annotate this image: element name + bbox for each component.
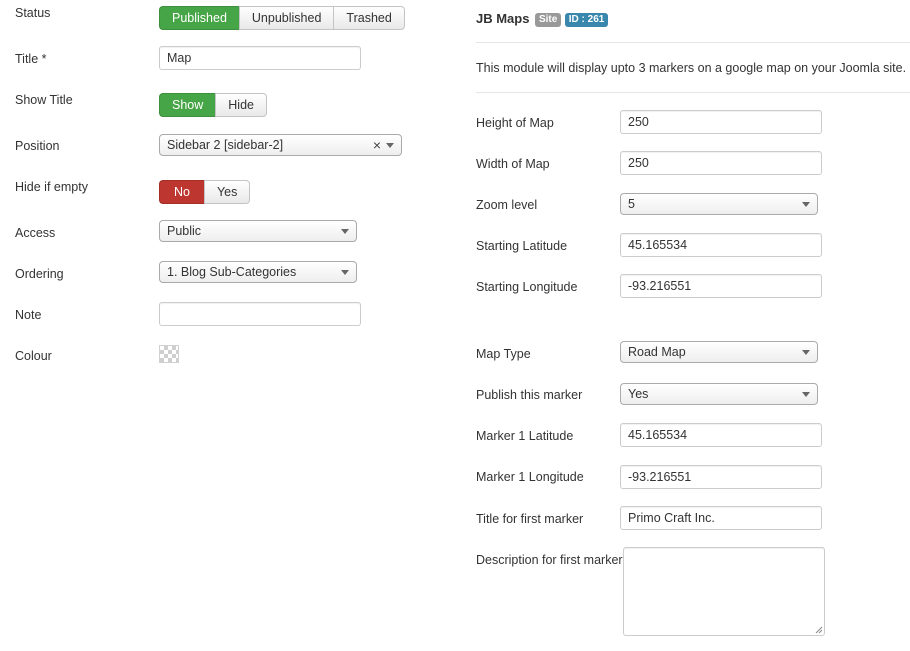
resize-handle-icon[interactable] <box>815 626 823 634</box>
colour-swatch-picker[interactable] <box>159 345 179 363</box>
chevron-down-icon <box>341 229 349 234</box>
publish-marker-select[interactable]: Yes <box>620 383 818 405</box>
status-toggle-group: Published Unpublished Trashed <box>159 6 405 30</box>
colour-label: Colour <box>15 349 52 363</box>
height-of-map-label: Height of Map <box>476 116 554 130</box>
chevron-down-icon <box>802 392 810 397</box>
description-first-marker-textarea[interactable] <box>623 547 825 636</box>
marker1-longitude-input[interactable]: -93.216551 <box>620 465 822 489</box>
publish-marker-select-value: Yes <box>628 387 649 401</box>
access-select[interactable]: Public <box>159 220 357 242</box>
chevron-down-icon <box>386 143 394 148</box>
map-type-label: Map Type <box>476 347 531 361</box>
marker1-latitude-label: Marker 1 Latitude <box>476 429 574 443</box>
show-title-label: Show Title <box>15 93 73 107</box>
title-input[interactable]: Map <box>159 46 361 70</box>
status-published-button[interactable]: Published <box>159 6 239 30</box>
map-type-select[interactable]: Road Map <box>620 341 818 363</box>
hide-if-empty-yes-button[interactable]: Yes <box>203 180 251 204</box>
starting-longitude-input[interactable]: -93.216551 <box>620 274 822 298</box>
hide-if-empty-label: Hide if empty <box>15 180 88 194</box>
position-label: Position <box>15 139 60 153</box>
map-type-select-value: Road Map <box>628 345 686 359</box>
clear-icon[interactable]: × <box>373 135 381 155</box>
description-first-marker-label: Description for first marker <box>476 553 623 567</box>
zoom-level-select[interactable]: 5 <box>620 193 818 215</box>
width-of-map-label: Width of Map <box>476 157 550 171</box>
starting-longitude-label: Starting Longitude <box>476 280 578 294</box>
show-title-show-button[interactable]: Show <box>159 93 216 117</box>
ordering-label: Ordering <box>15 267 64 281</box>
title-first-marker-label: Title for first marker <box>476 512 584 526</box>
zoom-level-label: Zoom level <box>476 198 538 212</box>
chevron-down-icon <box>341 270 349 275</box>
status-unpublished-button[interactable]: Unpublished <box>238 6 334 30</box>
id-badge: ID : 261 <box>564 13 609 27</box>
module-header: JB Maps Site ID : 261 <box>476 11 609 27</box>
status-trashed-button[interactable]: Trashed <box>333 6 405 30</box>
header-divider <box>476 42 910 43</box>
ordering-select[interactable]: 1. Blog Sub-Categories <box>159 261 357 283</box>
title-first-marker-input[interactable]: Primo Craft Inc. <box>620 506 822 530</box>
title-label: Title * <box>15 52 47 66</box>
module-description: This module will display upto 3 markers … <box>476 61 907 75</box>
starting-latitude-input[interactable]: 45.165534 <box>620 233 822 257</box>
zoom-level-select-value: 5 <box>628 197 635 211</box>
status-label: Status <box>15 6 51 20</box>
starting-latitude-label: Starting Latitude <box>476 239 568 253</box>
publish-marker-label: Publish this marker <box>476 388 583 402</box>
chevron-down-icon <box>802 202 810 207</box>
width-of-map-input[interactable]: 250 <box>620 151 822 175</box>
note-label: Note <box>15 308 42 322</box>
access-label: Access <box>15 226 56 240</box>
hide-if-empty-toggle-group: No Yes <box>159 180 251 204</box>
marker1-longitude-label: Marker 1 Longitude <box>476 470 584 484</box>
module-title: JB Maps <box>476 11 530 26</box>
access-select-value: Public <box>167 224 202 238</box>
chevron-down-icon <box>802 350 810 355</box>
position-select-value: Sidebar 2 [sidebar-2] <box>167 138 284 152</box>
ordering-select-value: 1. Blog Sub-Categories <box>167 265 297 279</box>
description-divider <box>476 92 910 93</box>
position-select[interactable]: Sidebar 2 [sidebar-2] × <box>159 134 402 156</box>
height-of-map-input[interactable]: 250 <box>620 110 822 134</box>
site-badge: Site <box>534 13 562 27</box>
show-title-hide-button[interactable]: Hide <box>215 93 267 117</box>
show-title-toggle-group: Show Hide <box>159 93 267 117</box>
marker1-latitude-input[interactable]: 45.165534 <box>620 423 822 447</box>
note-input[interactable] <box>159 302 361 326</box>
hide-if-empty-no-button[interactable]: No <box>159 180 204 204</box>
